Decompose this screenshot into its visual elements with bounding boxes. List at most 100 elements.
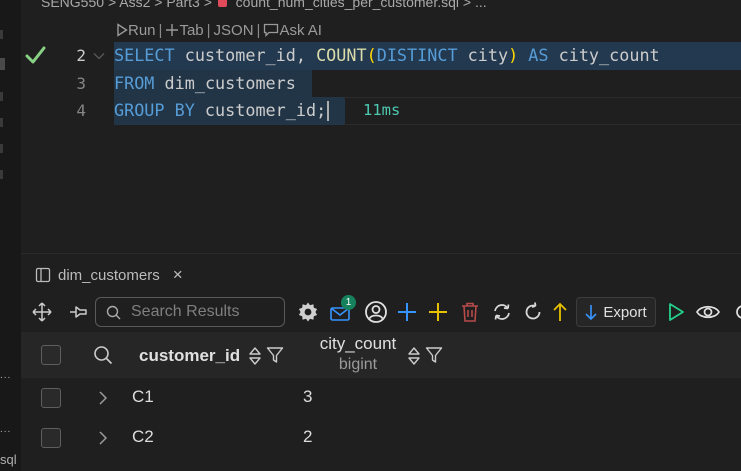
- activity-bar: ... ... sql: [0, 0, 21, 471]
- add-column-icon[interactable]: [424, 294, 452, 330]
- select-all-checkbox[interactable]: [41, 345, 61, 365]
- gear-icon[interactable]: [294, 294, 322, 330]
- activity-item[interactable]: [0, 118, 3, 127]
- breadcrumb-item[interactable]: Ass2: [119, 0, 150, 10]
- breadcrumb-separator: >: [154, 0, 163, 10]
- line-number: 2: [76, 46, 86, 65]
- search-input[interactable]: [131, 303, 281, 321]
- cell-city-count: 3: [303, 387, 313, 406]
- chevron-right-icon[interactable]: [97, 430, 109, 446]
- results-panel: dim_customers × 1: [21, 253, 741, 471]
- move-icon[interactable]: [28, 294, 56, 330]
- sort-icon[interactable]: [248, 346, 262, 366]
- table-row[interactable]: C1 3: [21, 378, 741, 418]
- code-token: ): [508, 45, 519, 65]
- breadcrumb-item[interactable]: Part3: [166, 0, 199, 10]
- arrow-up-icon[interactable]: [546, 294, 574, 330]
- results-grid: customer_id city_count bigint C1 3 C2 2: [21, 332, 741, 458]
- row-checkbox[interactable]: [41, 428, 61, 448]
- code-line[interactable]: SELECT customer_id, COUNT(DISTINCT city)…: [114, 42, 660, 70]
- table-view-icon: [35, 267, 51, 283]
- code-token: customer_id;: [194, 100, 327, 120]
- more-indicator: ...: [0, 370, 12, 381]
- breadcrumb-item[interactable]: SENG550: [41, 0, 104, 10]
- sort-icon[interactable]: [407, 346, 421, 366]
- add-row-icon[interactable]: [393, 294, 421, 330]
- code-token: DISTINCT: [376, 45, 458, 65]
- cell-customer-id: C1: [132, 387, 154, 406]
- cell-city-count: 2: [303, 427, 313, 446]
- tab-codelens[interactable]: Tab: [165, 21, 204, 39]
- delete-icon[interactable]: [456, 294, 484, 330]
- activity-item[interactable]: [0, 144, 3, 153]
- line-number-gutter: 2 3 4: [56, 42, 86, 125]
- column-type: bigint: [338, 356, 378, 373]
- codelens-separator: |: [158, 21, 163, 39]
- account-icon[interactable]: [362, 294, 390, 330]
- tab-label: Tab: [179, 21, 204, 39]
- plus-icon: [166, 24, 179, 36]
- code-token: dim_customers: [154, 72, 296, 93]
- line-number: 3: [76, 73, 86, 93]
- cell-customer-id: C2: [132, 427, 154, 446]
- ask-ai-label: Ask AI: [279, 21, 322, 39]
- breadcrumb-separator: >: [107, 0, 117, 10]
- more-toolbar-icon[interactable]: [726, 294, 741, 330]
- notification-mail-icon[interactable]: 1: [326, 294, 356, 330]
- breadcrumb-separator: >: [462, 0, 472, 10]
- filter-icon[interactable]: [425, 346, 443, 364]
- breadcrumb-separator: >: [203, 0, 212, 10]
- ask-ai-codelens[interactable]: Ask AI: [263, 22, 322, 39]
- column-header-customer-id[interactable]: customer_id: [139, 346, 240, 366]
- json-codelens[interactable]: JSON: [214, 22, 254, 39]
- code-token: FROM: [114, 72, 155, 93]
- table-row[interactable]: C2 2: [21, 418, 741, 458]
- activity-item[interactable]: [0, 170, 3, 179]
- row-checkbox[interactable]: [41, 388, 61, 408]
- chevron-down-icon[interactable]: [93, 52, 105, 60]
- pin-icon[interactable]: [64, 294, 92, 330]
- codelens-bar: Run | Tab | JSON | Ask AI: [116, 20, 322, 40]
- tab-dim-customers[interactable]: dim_customers ×: [35, 264, 183, 286]
- execution-time: 11ms: [363, 101, 401, 119]
- code-token: city: [457, 45, 509, 65]
- eye-icon[interactable]: [694, 294, 722, 330]
- filter-icon[interactable]: [266, 346, 284, 364]
- grid-header: customer_id city_count bigint: [21, 332, 741, 378]
- breadcrumb-item[interactable]: count_num_cities_per_customer.sql: [236, 0, 459, 10]
- export-button[interactable]: Export: [576, 297, 656, 327]
- run-codelens[interactable]: Run: [116, 22, 156, 39]
- export-label: Export: [603, 303, 647, 321]
- search-results-box[interactable]: [95, 297, 285, 327]
- activity-item-active[interactable]: [0, 58, 5, 70]
- database-file-icon: [217, 0, 227, 7]
- sync-icon[interactable]: [488, 294, 516, 330]
- more-indicator: ...: [0, 424, 12, 435]
- run-icon[interactable]: [662, 294, 690, 330]
- codelens-separator: |: [256, 21, 261, 39]
- arrow-down-icon: [585, 305, 597, 320]
- sql-label: sql: [0, 452, 17, 467]
- code-token: COUNT: [316, 45, 367, 65]
- code-token: SELECT: [114, 45, 175, 65]
- activity-item[interactable]: [0, 92, 3, 101]
- chevron-right-icon[interactable]: [97, 390, 109, 406]
- breadcrumb-item[interactable]: ...: [475, 0, 487, 10]
- code-token: AS: [528, 45, 549, 65]
- close-icon[interactable]: ×: [173, 265, 183, 285]
- code-line[interactable]: FROM dim_customers: [114, 70, 660, 98]
- breadcrumb: SENG550 > Ass2 > Part3 > count_num_citie…: [41, 0, 487, 10]
- activity-item[interactable]: [0, 30, 3, 39]
- refresh-icon[interactable]: [519, 294, 547, 330]
- column-name: city_count: [319, 334, 397, 353]
- line-number: 4: [76, 101, 86, 120]
- text-cursor: [327, 101, 330, 121]
- column-header-city-count[interactable]: city_count bigint: [311, 334, 405, 374]
- notification-badge: 1: [341, 295, 356, 310]
- code-token: customer_id,: [174, 45, 317, 65]
- play-outline-icon: [117, 23, 128, 37]
- search-icon: [106, 305, 121, 319]
- chat-icon: [264, 23, 279, 37]
- search-icon[interactable]: [93, 345, 113, 365]
